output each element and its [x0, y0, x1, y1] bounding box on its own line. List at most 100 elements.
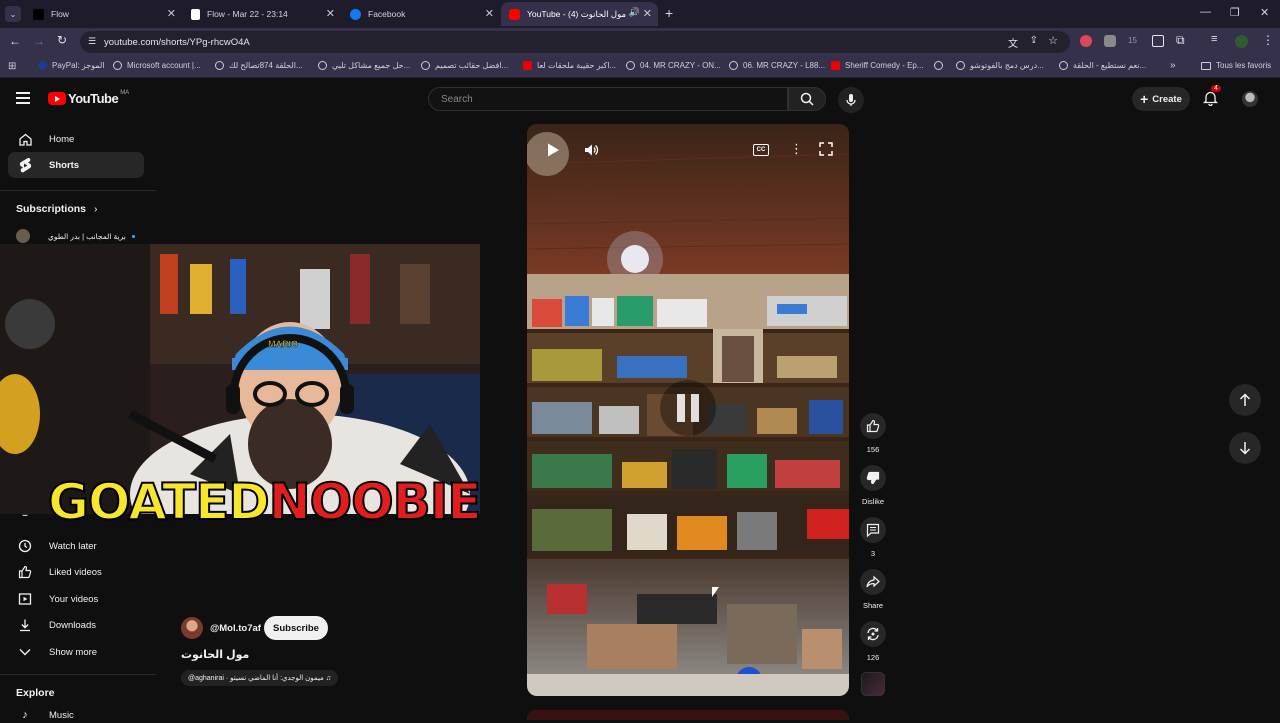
extensions-puzzle-icon[interactable]: ⧉	[1176, 33, 1185, 48]
bookmark-item[interactable]: حل جميع مشاكل تليي...	[318, 61, 410, 70]
remix-action[interactable]: 126	[860, 621, 886, 662]
short-music-chip[interactable]: @aghanirai · ميمون الوجدي: أنا الماضي نس…	[181, 670, 339, 686]
bookmark-item[interactable]: اكبر حقيبة ملحقات لعا...	[523, 61, 616, 70]
sidebar-item-liked-videos[interactable]: Liked videos	[8, 559, 144, 585]
globe-icon	[1059, 61, 1068, 70]
thumbs-down-icon	[866, 471, 880, 485]
next-short-button[interactable]	[1229, 432, 1261, 464]
paused-indicator	[660, 380, 716, 436]
bookmark-item[interactable]: Microsoft account |...	[113, 61, 201, 70]
bookmark-item[interactable]: نعم نستطيع - الحلقة...	[1059, 61, 1146, 70]
sound-thumbnail[interactable]	[861, 672, 885, 696]
arrow-down-icon	[1239, 442, 1251, 455]
short-channel-avatar[interactable]	[181, 617, 203, 639]
reading-list-icon[interactable]: ≡	[1211, 33, 1217, 45]
restore-icon[interactable]: ❐	[1230, 6, 1240, 19]
reload-icon[interactable]: ↻	[57, 33, 67, 47]
menu-hamburger-icon[interactable]	[16, 92, 30, 104]
subscription-channel-item[interactable]: برية المجانب | بدر الطوي	[16, 228, 144, 244]
speaker-icon[interactable]: 🔊	[629, 7, 640, 18]
dislike-action[interactable]: Dislike	[860, 465, 886, 506]
address-bar[interactable]: ☰ youtube.com/shorts/YPg-rhcwO4A 文 ⇪ ☆	[80, 31, 1070, 53]
comments-button[interactable]	[860, 517, 886, 543]
bookmark-item[interactable]: 04. MR CRAZY - ON...	[626, 61, 721, 70]
sidebar-item-downloads[interactable]: Downloads	[8, 612, 144, 638]
extension-icon[interactable]	[1104, 35, 1116, 47]
extension-icon[interactable]	[1080, 35, 1092, 47]
close-tab-icon[interactable]: ✕	[326, 7, 335, 20]
browser-tab[interactable]: Flow - Mar 22 - 23:14 ✕	[183, 2, 341, 26]
browser-tab[interactable]: Facebook ✕	[342, 2, 500, 26]
more-options-icon[interactable]: ⋮	[790, 141, 803, 157]
search-button[interactable]	[788, 87, 826, 111]
previous-short-button[interactable]	[1229, 384, 1261, 416]
new-tab-icon[interactable]: +	[665, 5, 673, 21]
extension-icon[interactable]	[1152, 35, 1164, 47]
bookmark-item[interactable]: افضل حقائب تصميم...	[421, 61, 508, 70]
sidebar-item-home[interactable]: Home	[8, 126, 144, 152]
site-info-icon[interactable]: ☰	[88, 36, 96, 47]
globe-icon	[113, 61, 122, 70]
minimize-icon[interactable]: —	[1200, 6, 1211, 18]
bookmark-item[interactable]: درس دمج بالفوتوشو...	[956, 61, 1044, 70]
mouse-cursor	[712, 587, 719, 597]
plus-icon: +	[1140, 91, 1149, 107]
share-action[interactable]: Share	[860, 569, 886, 610]
search-input[interactable]: Search	[428, 87, 788, 111]
flow-favicon-icon	[33, 8, 44, 20]
account-avatar[interactable]	[1242, 91, 1258, 107]
browser-tab-active[interactable]: YouTube - مول الحانوت (4) 🔊 ✕	[501, 2, 658, 26]
sidebar-item-shorts[interactable]: Shorts	[8, 152, 144, 178]
forward-icon[interactable]: →	[33, 34, 45, 48]
bookmark-item[interactable]: الحلقة 874تصالح لك...	[215, 61, 303, 70]
close-tab-icon[interactable]: ✕	[167, 7, 176, 20]
short-video-player[interactable]: CC ⋮	[527, 124, 849, 696]
voice-search-button[interactable]	[838, 87, 864, 113]
comments-action[interactable]: 3	[860, 517, 886, 558]
tab-search-button[interactable]: ⌄	[5, 6, 21, 22]
pause-icon	[677, 394, 699, 422]
bookmark-item[interactable]: 06. MR CRAZY - L88...	[729, 61, 825, 70]
subscribe-button[interactable]: Subscribe	[264, 616, 328, 640]
paypal-icon	[38, 61, 47, 70]
browser-tab[interactable]: Flow ✕	[25, 2, 182, 26]
captions-button[interactable]: CC	[753, 144, 769, 156]
close-window-icon[interactable]: ✕	[1260, 6, 1269, 19]
short-channel-name[interactable]: @Mol.to7af	[210, 623, 261, 634]
fullscreen-icon[interactable]	[819, 142, 833, 161]
like-count: 156	[866, 445, 880, 454]
volume-button[interactable]	[583, 142, 599, 163]
dislike-button[interactable]	[860, 465, 886, 491]
globe-icon	[318, 61, 327, 70]
browser-menu-icon[interactable]: ⋮	[1262, 33, 1274, 47]
create-button[interactable]: + Create	[1132, 87, 1190, 111]
sidebar-show-more[interactable]: Show more	[8, 639, 144, 665]
youtube-logo[interactable]: YouTube MA	[48, 90, 129, 106]
profile-avatar[interactable]	[1235, 35, 1248, 48]
more-bookmarks-icon[interactable]: »	[1170, 60, 1176, 71]
back-icon[interactable]: ←	[9, 34, 21, 48]
browser-tab-strip: ⌄ Flow ✕ Flow - Mar 22 - 23:14 ✕ Faceboo…	[0, 0, 1280, 28]
sidebar-item-your-videos[interactable]: Your videos	[8, 586, 144, 612]
like-button[interactable]	[860, 413, 886, 439]
bookmark-item[interactable]: PayPal: الموجز	[38, 61, 105, 70]
apps-grid-icon[interactable]: ⊞	[8, 61, 16, 72]
translate-icon[interactable]: 文	[1008, 35, 1018, 50]
short-title: مول الحانوت	[181, 649, 250, 661]
sidebar-item-watch-later[interactable]: Watch later	[8, 533, 144, 559]
bookmark-star-icon[interactable]: ☆	[1048, 34, 1058, 47]
share-button[interactable]	[860, 569, 886, 595]
remix-button[interactable]	[860, 621, 886, 647]
close-tab-icon[interactable]: ✕	[643, 7, 652, 20]
bookmark-item[interactable]: Sheriff Comedy - Ep...	[831, 61, 924, 70]
notification-count-badge: 4	[1211, 85, 1221, 92]
chevron-right-icon: ›	[94, 203, 98, 215]
all-bookmarks[interactable]: Tous les favoris	[1201, 61, 1271, 70]
subscriptions-heading[interactable]: Subscriptions ›	[16, 203, 98, 215]
close-tab-icon[interactable]: ✕	[485, 7, 494, 20]
globe-icon[interactable]	[934, 61, 943, 72]
install-icon[interactable]: ⇪	[1030, 35, 1038, 46]
like-action[interactable]: 156	[860, 413, 886, 454]
play-pause-button[interactable]	[545, 142, 561, 158]
notifications-bell-icon[interactable]: 4	[1202, 85, 1221, 111]
